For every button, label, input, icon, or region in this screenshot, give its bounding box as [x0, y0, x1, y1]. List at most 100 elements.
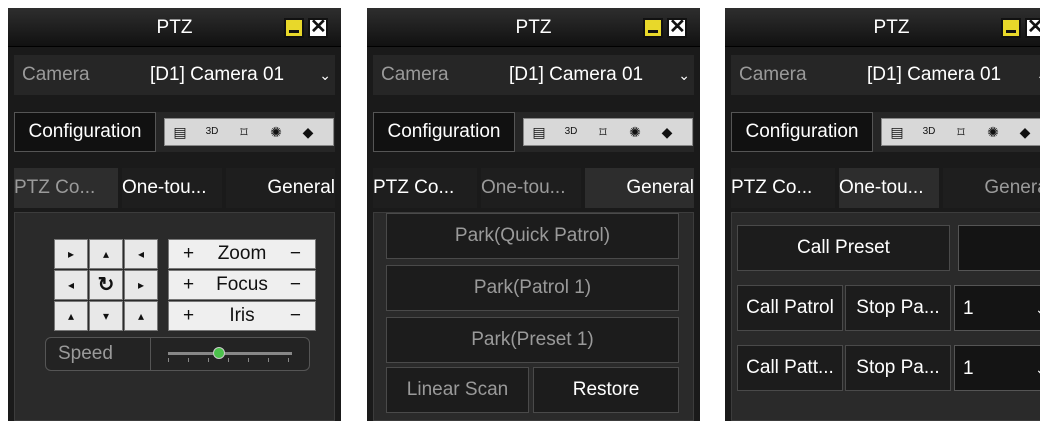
pan-left-button[interactable]: ◂ [54, 270, 88, 300]
close-icon[interactable]: ✕ [1025, 17, 1040, 38]
window-title: PTZ [873, 17, 910, 38]
ptz-toolbar: ▤ 3D ⌑ ✺ ◆ [164, 118, 334, 146]
wiper-icon[interactable]: ◆ [299, 123, 317, 141]
chevron-down-icon: ⌄ [678, 67, 690, 83]
pan-right-button[interactable]: ▸ [124, 270, 158, 300]
camera-value: [D1] Camera 01 [509, 64, 644, 85]
camera-select[interactable]: [D1] Camera 01 ⌄ [144, 55, 335, 95]
speed-slider[interactable] [168, 346, 292, 362]
chevron-down-icon: ⌄ [319, 67, 331, 83]
restore-button[interactable]: Restore [533, 367, 679, 413]
tab-one-touch[interactable]: One-tou... [481, 168, 581, 208]
pan-up-button[interactable]: ▴ [89, 239, 123, 269]
camera-value: [D1] Camera 01 [867, 64, 1002, 85]
title-bar: PTZ ✕ [367, 8, 700, 47]
tab-general[interactable]: General [585, 168, 694, 208]
park-preset-1-button[interactable]: Park(Preset 1) [386, 317, 679, 363]
light-icon[interactable]: ✺ [267, 123, 285, 141]
zoom-out-button[interactable]: − [290, 240, 301, 268]
close-icon[interactable]: ✕ [667, 17, 687, 38]
speed-control: Speed [45, 337, 310, 371]
call-pattern-button[interactable]: Call Patt... [737, 345, 843, 391]
stop-pattern-button[interactable]: Stop Pa... [845, 345, 951, 391]
tab-bar: PTZ Co... One-tou... General [373, 168, 694, 208]
park-patrol-1-button[interactable]: Park(Patrol 1) [386, 265, 679, 311]
3d-icon[interactable]: 3D [562, 123, 580, 141]
tab-one-touch[interactable]: One-tou... [839, 168, 939, 208]
list-icon[interactable]: ▤ [530, 123, 548, 141]
list-icon[interactable]: ▤ [171, 123, 189, 141]
frame-icon[interactable]: ⌑ [235, 123, 253, 141]
focus-control[interactable]: + Focus − [168, 270, 316, 300]
minimize-icon[interactable] [1001, 18, 1021, 38]
preset-select[interactable] [958, 225, 1040, 271]
camera-row: Camera [D1] Camera 01 ⌄ [14, 55, 335, 95]
tab-general[interactable]: General [226, 168, 335, 208]
pan-down-right-button[interactable]: ▴ [124, 301, 158, 331]
camera-row: Camera [D1] Camera 01 ⌄ [731, 55, 1040, 95]
wiper-icon[interactable]: ◆ [658, 123, 676, 141]
configuration-button[interactable]: Configuration [731, 112, 873, 152]
pan-down-left-button[interactable]: ▴ [54, 301, 88, 331]
camera-label: Camera [739, 64, 807, 85]
tab-one-touch[interactable]: One-tou... [122, 168, 222, 208]
call-patrol-button[interactable]: Call Patrol [737, 285, 843, 331]
title-bar: PTZ ✕ [8, 8, 341, 47]
tab-bar: PTZ Co... One-tou... General [14, 168, 335, 208]
camera-label: Camera [22, 64, 90, 85]
tab-ptz-control[interactable]: PTZ Co... [373, 168, 477, 208]
3d-icon[interactable]: 3D [203, 123, 221, 141]
ptz-panel-controls: PTZ ✕ Camera [D1] Camera 01 ⌄ Configurat… [8, 8, 341, 421]
tab-ptz-control[interactable]: PTZ Co... [14, 168, 118, 208]
tab-general[interactable]: General [943, 168, 1040, 208]
pan-up-left-button[interactable]: ▸ [54, 239, 88, 269]
camera-select[interactable]: [D1] Camera 01 ⌄ [861, 55, 1040, 95]
one-touch-area: Call Preset Call Patrol Stop Pa... 1 ⌄ C… [731, 212, 1040, 421]
focus-minus-button[interactable]: − [290, 271, 301, 299]
light-icon[interactable]: ✺ [626, 123, 644, 141]
chevron-down-icon: ⌄ [1036, 55, 1040, 95]
3d-icon[interactable]: 3D [920, 123, 938, 141]
camera-label: Camera [381, 64, 449, 85]
pan-down-button[interactable]: ▾ [89, 301, 123, 331]
list-icon[interactable]: ▤ [888, 123, 906, 141]
frame-icon[interactable]: ⌑ [952, 123, 970, 141]
close-icon[interactable]: ✕ [308, 17, 328, 38]
speed-divider [150, 338, 151, 370]
light-icon[interactable]: ✺ [984, 123, 1002, 141]
ptz-control-area: ▸ ▴ ◂ ◂ ↻ ▸ ▴ ▾ ▴ + Zoom − + Focus − + I… [14, 212, 335, 421]
wiper-icon[interactable]: ◆ [1016, 123, 1034, 141]
frame-icon[interactable]: ⌑ [594, 123, 612, 141]
iris-control[interactable]: + Iris − [168, 301, 316, 331]
slider-ticks [168, 358, 292, 362]
pattern-select[interactable]: 1 ⌄ [954, 345, 1040, 391]
linear-scan-button[interactable]: Linear Scan [386, 367, 529, 413]
ptz-toolbar: ▤ 3D ⌑ ✺ ◆ [523, 118, 693, 146]
minimize-icon[interactable] [284, 18, 304, 38]
speed-label: Speed [58, 343, 113, 364]
pan-up-right-button[interactable]: ◂ [124, 239, 158, 269]
ptz-panel-general: PTZ ✕ Camera [D1] Camera 01 ⌄ Configurat… [367, 8, 700, 421]
chevron-down-icon: ⌄ [1035, 289, 1040, 329]
pattern-value: 1 [963, 358, 974, 379]
tab-ptz-control[interactable]: PTZ Co... [731, 168, 835, 208]
minimize-icon[interactable] [643, 18, 663, 38]
title-bar: PTZ ✕ [725, 8, 1040, 47]
patrol-value: 1 [963, 298, 974, 319]
configuration-button[interactable]: Configuration [373, 112, 515, 152]
ptz-panel-one-touch: PTZ ✕ Camera [D1] Camera 01 ⌄ Configurat… [725, 8, 1040, 421]
chevron-down-icon: ⌄ [1035, 349, 1040, 389]
call-preset-button[interactable]: Call Preset [737, 225, 950, 271]
patrol-select[interactable]: 1 ⌄ [954, 285, 1040, 331]
configuration-button[interactable]: Configuration [14, 112, 156, 152]
zoom-control[interactable]: + Zoom − [168, 239, 316, 269]
camera-value: [D1] Camera 01 [150, 64, 285, 85]
iris-minus-button[interactable]: − [290, 302, 301, 330]
stop-patrol-button[interactable]: Stop Pa... [845, 285, 951, 331]
auto-pan-button[interactable]: ↻ [89, 270, 123, 300]
camera-select[interactable]: [D1] Camera 01 ⌄ [503, 55, 694, 95]
park-quick-patrol-button[interactable]: Park(Quick Patrol) [386, 213, 679, 259]
one-touch-area: Park(Quick Patrol) Park(Patrol 1) Park(P… [373, 212, 694, 421]
slider-track [168, 352, 292, 355]
slider-thumb[interactable] [213, 347, 225, 359]
